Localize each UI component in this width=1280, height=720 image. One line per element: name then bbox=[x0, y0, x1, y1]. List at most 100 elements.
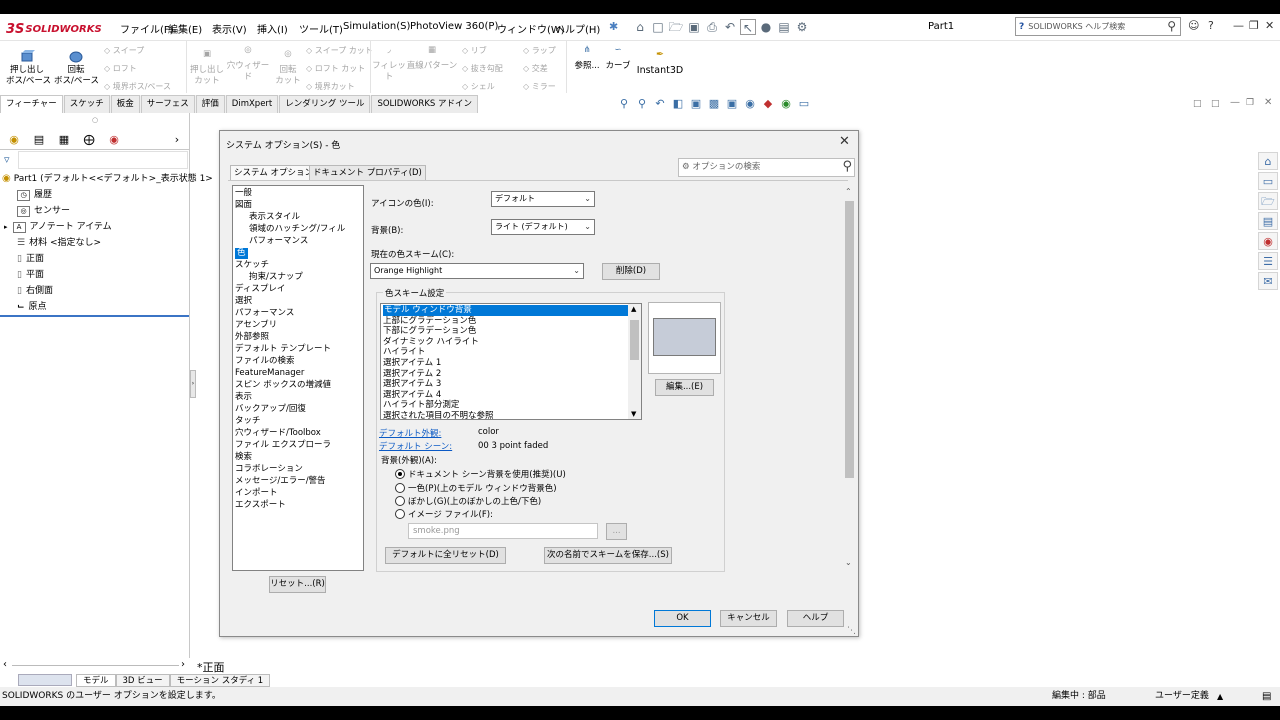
fillet-button[interactable]: ◞ フィレット bbox=[372, 45, 406, 83]
tab-sketch[interactable]: スケッチ bbox=[63, 95, 110, 113]
menu-simulation[interactable]: Simulation(S) bbox=[343, 21, 410, 32]
default-appearance-link[interactable]: デフォルト外観: bbox=[379, 427, 441, 439]
display-manager-tab-icon[interactable]: ◉ bbox=[104, 132, 124, 148]
mirror-button[interactable]: ◇ ミラー bbox=[523, 81, 556, 92]
options-category-item[interactable]: 検索 bbox=[235, 452, 252, 463]
reset-all-defaults-button[interactable]: デフォルトに全リセット(D) bbox=[385, 547, 506, 564]
tab-sheet-metal[interactable]: 板金 bbox=[110, 95, 140, 113]
home-icon[interactable]: ⌂ bbox=[632, 19, 648, 35]
search-icon[interactable]: ⚲ bbox=[1167, 19, 1176, 33]
radio-plain[interactable]: 一色(P)(上のモデル ウィンドウ背景色) bbox=[395, 482, 557, 494]
hide-show-items-icon[interactable]: ◉ bbox=[742, 97, 758, 111]
doc-close-icon[interactable]: ✕ bbox=[1264, 97, 1272, 108]
filter-icon[interactable]: ▿ bbox=[4, 153, 10, 166]
panel-expand-chevron-icon[interactable]: › bbox=[167, 132, 187, 148]
cancel-button[interactable]: キャンセル bbox=[720, 610, 777, 627]
color-scheme-item[interactable]: 下部にグラデーション色 bbox=[383, 326, 476, 337]
scroll-down-icon[interactable]: ⌄ bbox=[845, 558, 852, 567]
options-category-item[interactable]: 選択 bbox=[235, 296, 252, 307]
sweep-button[interactable]: ◇ スイープ bbox=[104, 45, 144, 56]
feature-manager-tab-icon[interactable]: ◉ bbox=[4, 132, 24, 148]
new-document-icon[interactable]: □ bbox=[650, 19, 666, 35]
color-scheme-item[interactable]: モデル ウィンドウ背景 bbox=[383, 305, 629, 316]
options-category-item[interactable]: ファイルの検索 bbox=[235, 356, 295, 367]
menu-file[interactable]: ファイル(F) bbox=[120, 21, 174, 36]
menu-view[interactable]: 表示(V) bbox=[212, 21, 247, 36]
view-palette-icon[interactable]: ▤ bbox=[1258, 212, 1278, 230]
save-scheme-as-button[interactable]: 次の名前でスキームを保存...(S) bbox=[544, 547, 672, 564]
color-scheme-item[interactable]: ハイライト bbox=[383, 347, 425, 358]
options-scroll-thumb[interactable] bbox=[845, 201, 854, 478]
options-category-item[interactable]: 外部参照 bbox=[235, 332, 269, 343]
options-category-item[interactable]: エクスポート bbox=[235, 500, 286, 511]
wrap-button[interactable]: ◇ ラップ bbox=[523, 45, 556, 56]
options-gear-icon[interactable]: ⚙ bbox=[794, 19, 810, 35]
tab-surfaces[interactable]: サーフェス bbox=[140, 95, 195, 113]
options-category-item[interactable]: メッセージ/エラー/警告 bbox=[235, 476, 326, 487]
scroll-down-icon[interactable]: ▼ bbox=[631, 410, 636, 418]
boundary-cut-button[interactable]: ◇ 境界カット bbox=[306, 81, 355, 92]
design-library-icon[interactable]: ▭ bbox=[1258, 172, 1278, 190]
options-content-scrollbar[interactable]: ⌃ ⌄ bbox=[843, 185, 856, 571]
linear-pattern-button[interactable]: ▦ 直線パターン bbox=[406, 45, 458, 72]
radio-use-document-scene[interactable]: ドキュメント シーン背景を使用(推奨)(U) bbox=[395, 468, 566, 480]
hole-wizard-button[interactable]: ◎ 穴ウィザード bbox=[226, 45, 270, 83]
reference-geometry-button[interactable]: ⋔ 参照... bbox=[570, 45, 604, 72]
options-category-item[interactable]: アセンブリ bbox=[235, 320, 277, 331]
loft-button[interactable]: ◇ ロフト bbox=[104, 63, 137, 74]
browse-image-button[interactable]: ... bbox=[606, 523, 627, 540]
view-orientation-icon[interactable]: ▩ bbox=[706, 97, 722, 111]
sweep-cut-button[interactable]: ◇ スイープ カット bbox=[306, 45, 373, 56]
undo-icon[interactable]: ↶ bbox=[722, 19, 738, 35]
options-category-item[interactable]: 一般 bbox=[235, 188, 252, 199]
tab-features[interactable]: フィーチャー bbox=[0, 95, 63, 113]
configuration-manager-tab-icon[interactable]: ▦ bbox=[54, 132, 74, 148]
rollback-bar[interactable] bbox=[0, 315, 189, 317]
print-icon[interactable]: ⎙ bbox=[704, 19, 720, 35]
doc-minimize-icon[interactable]: — bbox=[1230, 97, 1240, 108]
pin-icon[interactable]: ✱ bbox=[609, 20, 618, 33]
help-search-input[interactable]: ? SOLIDWORKS ヘルプ検索 ⚲ bbox=[1015, 17, 1181, 36]
extrude-cut-button[interactable]: ▣ 押し出し カット bbox=[190, 49, 224, 87]
options-category-list[interactable]: 一般 図面 表示スタイル 領域のハッチング/フィル パフォーマンス色スケッチ 拘束/スナッ… bbox=[232, 185, 364, 571]
revolve-boss-button[interactable]: 回転 ボス/ベース bbox=[54, 49, 99, 87]
intersect-button[interactable]: ◇ 交差 bbox=[523, 63, 548, 74]
options-category-item[interactable]: 領域のハッチング/フィル bbox=[249, 224, 345, 235]
tab-document-properties[interactable]: ドキュメント プロパティ(D) bbox=[309, 165, 426, 180]
scroll-up-icon[interactable]: ⌃ bbox=[845, 187, 852, 196]
tree-scroll-left-icon[interactable]: ‹ bbox=[3, 659, 7, 670]
options-category-item[interactable]: 表示スタイル bbox=[249, 212, 300, 223]
extrude-boss-button[interactable]: 押し出し ボス/ベース bbox=[6, 49, 51, 87]
radio-gradient[interactable]: ぼかし(G)(上のぼかしの上色/下色) bbox=[395, 495, 541, 507]
color-scheme-item[interactable]: 上部にグラデーション色 bbox=[383, 316, 476, 327]
zoom-to-fit-icon[interactable]: ⚲ bbox=[616, 97, 632, 111]
options-category-item[interactable]: 色 bbox=[235, 248, 248, 259]
scheme-list-scroll-thumb[interactable] bbox=[630, 320, 639, 360]
panel-grip-icon[interactable]: ○ bbox=[92, 116, 98, 124]
loft-cut-button[interactable]: ◇ ロフト カット bbox=[306, 63, 365, 74]
scroll-up-icon[interactable]: ▲ bbox=[631, 305, 636, 313]
tree-root-part[interactable]: ◉ Part1 (デフォルト<<デフォルト>_表示状態 1> bbox=[2, 171, 213, 187]
dimxpert-manager-tab-icon[interactable]: ⨁ bbox=[79, 132, 99, 148]
status-units[interactable]: ユーザー定義 bbox=[1155, 687, 1209, 706]
options-category-item[interactable]: インポート bbox=[235, 488, 278, 499]
options-category-item[interactable]: パフォーマンス bbox=[249, 236, 308, 247]
scheme-list-scrollbar[interactable]: ▲ ▼ bbox=[628, 304, 641, 419]
color-scheme-dropdown[interactable]: Orange Highlight ⌄ bbox=[370, 263, 584, 279]
options-category-item[interactable]: 拘束/スナップ bbox=[249, 272, 303, 283]
panel-collapse-handle[interactable]: › bbox=[190, 370, 196, 398]
tree-item-origin[interactable]: ⌙ 原点 bbox=[17, 299, 47, 315]
menu-insert[interactable]: 挿入(I) bbox=[257, 21, 288, 36]
status-expand-icon[interactable]: ▤ bbox=[1262, 687, 1271, 706]
tree-item-top-plane[interactable]: ▯ 平面 bbox=[17, 267, 44, 283]
options-category-item[interactable]: コラボレーション bbox=[235, 464, 303, 475]
edit-appearance-icon[interactable]: ◆ bbox=[760, 97, 776, 111]
file-explorer-icon[interactable]: 🗁 bbox=[1258, 192, 1278, 210]
color-scheme-item[interactable]: ダイナミック ハイライト bbox=[383, 337, 479, 348]
tree-horizontal-scrollbar[interactable] bbox=[12, 665, 179, 666]
instant3d-button[interactable]: ✒ Instant3D bbox=[636, 49, 684, 76]
curves-button[interactable]: ∽ カーブ bbox=[604, 45, 632, 72]
boundary-boss-button[interactable]: ◇ 境界ボス/ベース bbox=[104, 81, 171, 92]
tab-evaluate[interactable]: 評価 bbox=[195, 95, 225, 113]
tree-scroll-right-icon[interactable]: › bbox=[181, 659, 185, 670]
